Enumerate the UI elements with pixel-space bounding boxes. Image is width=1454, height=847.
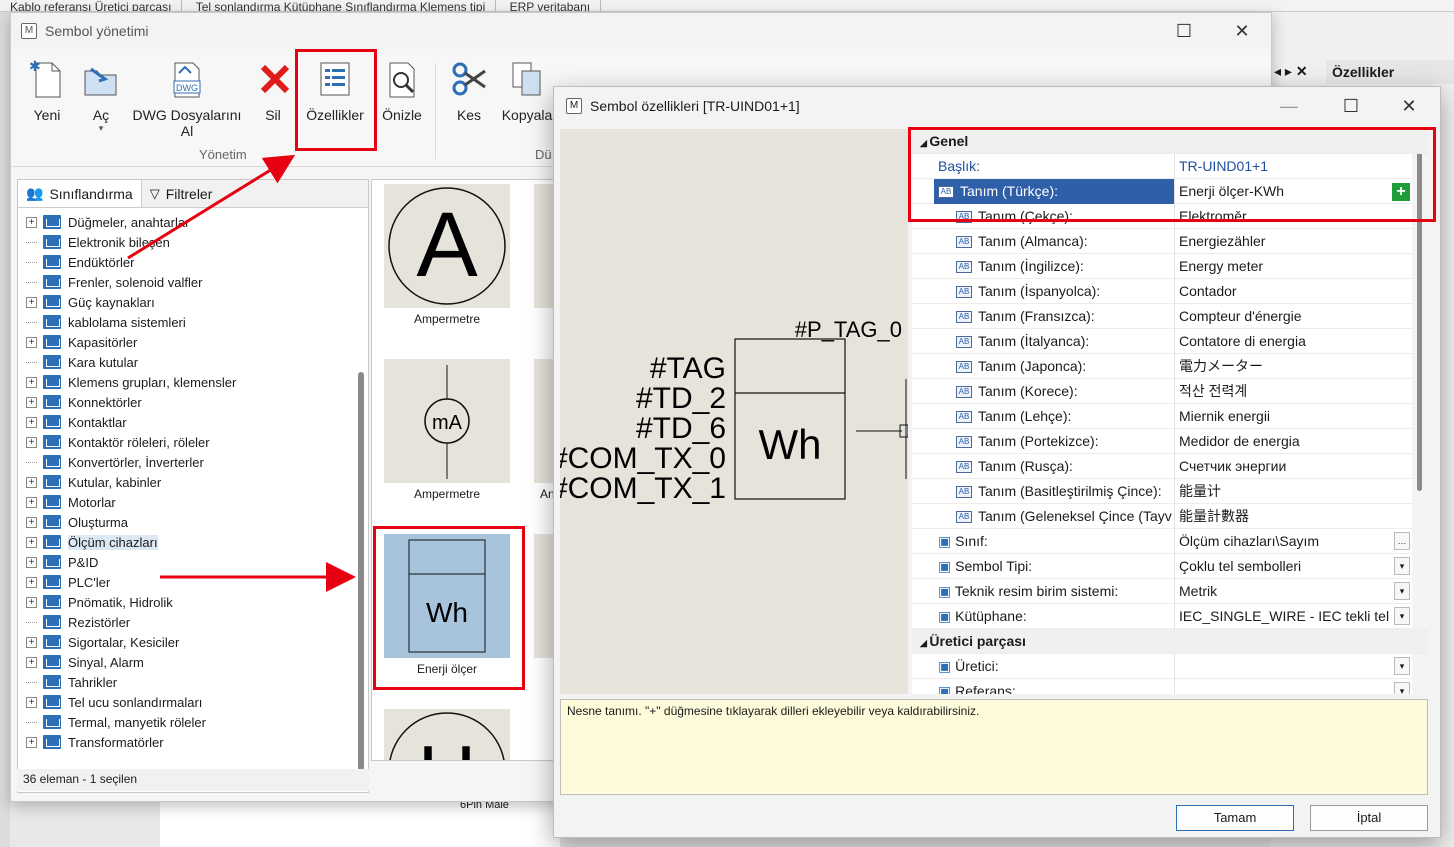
language-icon: AB xyxy=(956,486,972,499)
property-name: Tanım (Geleneksel Çince (Tayv xyxy=(978,508,1172,524)
language-icon: AB xyxy=(956,311,972,324)
close-button[interactable]: ✕ xyxy=(1386,87,1432,125)
property-name: Tanım (Lehçe): xyxy=(978,408,1072,424)
language-icon: AB xyxy=(956,511,972,524)
dialog-title: Sembol özellikleri [TR-UIND01+1] xyxy=(590,98,800,114)
property-name: Sınıf: xyxy=(955,533,988,549)
property-name: Tanım (İtalyanca): xyxy=(978,333,1090,349)
language-icon: AB xyxy=(956,336,972,349)
property-value[interactable]: Miernik energii xyxy=(1174,404,1412,429)
property-name: Tanım (İngilizce): xyxy=(978,258,1084,274)
preview-tag: #TD_2 xyxy=(636,382,726,415)
property-name: Tanım (İspanyolca): xyxy=(978,283,1101,299)
dropdown-arrow-icon[interactable]: ▾ xyxy=(1394,682,1410,694)
property-row[interactable]: ▣ Referans: ▾ xyxy=(912,679,1428,694)
cancel-button[interactable]: İptal xyxy=(1310,805,1428,831)
language-icon: AB xyxy=(956,386,972,399)
language-icon: AB xyxy=(956,436,972,449)
property-value[interactable]: Metrik xyxy=(1174,579,1412,604)
property-icon: ▣ xyxy=(938,658,956,674)
minimize-button[interactable]: — xyxy=(1266,87,1312,125)
property-row[interactable]: AB Tanım (Almanca): Energiezähler xyxy=(912,229,1428,254)
property-value[interactable]: Compteur d'énergie xyxy=(1174,304,1412,329)
property-row[interactable]: AB Tanım (Japonca): 電力メーター xyxy=(912,354,1428,379)
collapse-icon[interactable]: ◢ xyxy=(920,638,929,648)
property-value[interactable]: Çoklu tel sembolleri xyxy=(1174,554,1412,579)
property-row[interactable]: AB Tanım (Fransızca): Compteur d'énergie xyxy=(912,304,1428,329)
preview-top-tag: #P_TAG_0 xyxy=(795,317,902,342)
category-header[interactable]: ◢ Üretici parçası xyxy=(912,629,1428,654)
preview-tag: #TD_6 xyxy=(636,412,726,445)
dropdown-arrow-icon[interactable]: ▾ xyxy=(1394,607,1410,625)
property-name: Sembol Tipi: xyxy=(955,558,1033,574)
property-name: Tanım (Korece): xyxy=(978,383,1078,399)
description-box: Nesne tanımı. "+" düğmesine tıklayarak d… xyxy=(560,699,1428,795)
property-row[interactable]: AB Tanım (Basitleştirilmiş Çince): 能量计 xyxy=(912,479,1428,504)
property-icon: ▣ xyxy=(938,583,955,599)
property-value[interactable]: Ölçüm cihazları\Sayım xyxy=(1174,529,1412,554)
app-icon: M xyxy=(566,98,582,114)
annotation-box xyxy=(908,127,1436,222)
property-value[interactable]: 能量計數器 xyxy=(1174,504,1412,529)
property-name: Teknik resim birim sistemi: xyxy=(954,583,1119,599)
property-value[interactable]: 能量计 xyxy=(1174,479,1412,504)
property-value[interactable] xyxy=(1174,679,1412,694)
property-value[interactable]: Счетчик энергии xyxy=(1174,454,1412,479)
language-icon: AB xyxy=(956,361,972,374)
browse-button[interactable]: … xyxy=(1394,532,1410,550)
preview-unit: Wh xyxy=(759,421,822,468)
property-name: Tanım (Japonca): xyxy=(978,358,1087,374)
property-row[interactable]: ▣ Üretici: ▾ xyxy=(912,654,1428,679)
property-row[interactable]: AB Tanım (Geleneksel Çince (Tayv 能量計數器 xyxy=(912,504,1428,529)
property-row[interactable]: ▣ Sınıf: Ölçüm cihazları\Sayım… xyxy=(912,529,1428,554)
language-icon: AB xyxy=(956,261,972,274)
property-row[interactable]: AB Tanım (İtalyanca): Contatore di energia xyxy=(912,329,1428,354)
property-row[interactable]: AB Tanım (Portekizce): Medidor de energia xyxy=(912,429,1428,454)
language-icon: AB xyxy=(956,411,972,424)
maximize-button[interactable]: ☐ xyxy=(1328,87,1374,125)
property-icon: ▣ xyxy=(938,608,956,624)
property-value[interactable]: Energiezähler xyxy=(1174,229,1412,254)
property-icon: ▣ xyxy=(938,683,956,694)
property-value[interactable] xyxy=(1174,654,1412,679)
property-value[interactable]: 電力メーター xyxy=(1174,354,1412,379)
preview-tag: #TAG xyxy=(650,352,726,385)
property-row[interactable]: AB Tanım (Rusça): Счетчик энергии xyxy=(912,454,1428,479)
property-row[interactable]: AB Tanım (Korece): 적산 전력계 xyxy=(912,379,1428,404)
property-row[interactable]: ▣ Teknik resim birim sistemi: Metrik ▾ xyxy=(912,579,1428,604)
property-name: Üretici: xyxy=(955,658,999,674)
property-name: Tanım (Almanca): xyxy=(978,233,1088,249)
property-value[interactable]: Contador xyxy=(1174,279,1412,304)
property-value[interactable]: IEC_SINGLE_WIRE - IEC tekli tel xyxy=(1174,604,1412,629)
property-value[interactable]: Energy meter xyxy=(1174,254,1412,279)
property-name: Tanım (Rusça): xyxy=(978,458,1073,474)
property-value[interactable]: Medidor de energia xyxy=(1174,429,1412,454)
dropdown-arrow-icon[interactable]: ▾ xyxy=(1394,657,1410,675)
property-row[interactable]: ▣ Sembol Tipi: Çoklu tel sembolleri ▾ xyxy=(912,554,1428,579)
symbol-preview: Wh #P_TAG_0 #TAG #TD_2 #TD_6 #COM_TX_0 #… xyxy=(560,129,908,694)
language-icon: AB xyxy=(956,236,972,249)
dropdown-arrow-icon[interactable]: ▾ xyxy=(1394,557,1410,575)
symbol-properties-dialog: M Sembol özellikleri [TR-UIND01+1] — ☐ ✕… xyxy=(553,86,1441,838)
property-name: Referans: xyxy=(955,683,1016,694)
preview-tag: #COM_TX_0 xyxy=(560,442,726,475)
language-icon: AB xyxy=(956,286,972,299)
property-icon: ▣ xyxy=(938,533,956,549)
property-name: Tanım (Basitleştirilmiş Çince): xyxy=(978,483,1162,499)
property-icon: ▣ xyxy=(938,558,956,574)
preview-tag: #COM_TX_1 xyxy=(560,472,726,505)
dropdown-arrow-icon[interactable]: ▾ xyxy=(1394,582,1410,600)
language-icon: AB xyxy=(956,461,972,474)
property-name: Kütüphane: xyxy=(955,608,1027,624)
property-row[interactable]: ▣ Kütüphane: IEC_SINGLE_WIRE - IEC tekli … xyxy=(912,604,1428,629)
ok-button[interactable]: Tamam xyxy=(1176,805,1294,831)
property-row[interactable]: AB Tanım (İspanyolca): Contador xyxy=(912,279,1428,304)
property-name: Tanım (Portekizce): xyxy=(978,433,1099,449)
property-name: Tanım (Fransızca): xyxy=(978,308,1095,324)
property-value[interactable]: 적산 전력계 xyxy=(1174,379,1412,404)
property-row[interactable]: AB Tanım (İngilizce): Energy meter xyxy=(912,254,1428,279)
property-value[interactable]: Contatore di energia xyxy=(1174,329,1412,354)
property-row[interactable]: AB Tanım (Lehçe): Miernik energii xyxy=(912,404,1428,429)
